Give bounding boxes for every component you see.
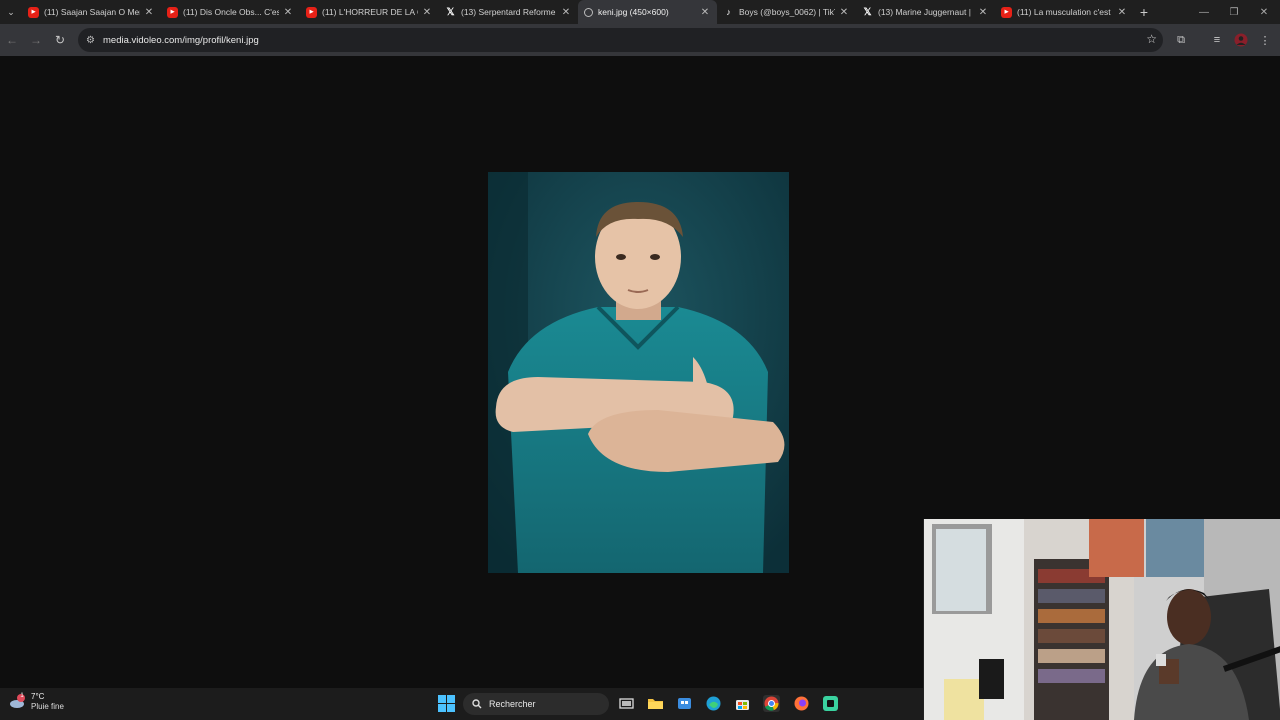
tab-close-icon[interactable]: ✕ (1116, 7, 1128, 18)
store-icon[interactable] (676, 695, 693, 712)
webcam-overlay (923, 519, 1280, 720)
youtube-icon: ▶ (1001, 6, 1012, 18)
rain-cloud-icon: 1 (8, 693, 26, 711)
browser-tab-active[interactable]: keni.jpg (450×600) ✕ (578, 0, 717, 24)
temperature-text: 7°C (31, 692, 45, 701)
tab-title: Boys (@boys_0062) | TikT (739, 7, 835, 17)
browser-menu-icon[interactable]: ⋮ (1253, 28, 1277, 52)
file-explorer-icon[interactable] (647, 695, 664, 712)
weather-widget[interactable]: 1 7°C Pluie fine (8, 692, 64, 712)
weather-badge: 1 (20, 693, 24, 699)
browser-tab[interactable]: 𝕏 (13) Marine Juggernaut | ✕ (856, 0, 995, 24)
chrome-icon[interactable] (763, 695, 780, 712)
tab-strip: ⌄ ▶ (11) Saajan Saajan O Men ✕ ▶ (11) Di… (0, 0, 1280, 24)
browser-tab[interactable]: ▶ (11) Dis Oncle Obs... C'est ✕ (161, 0, 300, 24)
profile-photo[interactable] (488, 172, 789, 573)
search-icon (472, 699, 482, 709)
tab-close-icon[interactable]: ✕ (838, 7, 850, 18)
back-button[interactable]: ← (0, 28, 24, 52)
extensions-icon[interactable]: ⧉ (1169, 28, 1193, 52)
search-placeholder: Rechercher (489, 699, 536, 709)
firefox-icon[interactable] (793, 695, 810, 712)
restore-button[interactable]: ❐ (1218, 0, 1250, 24)
tab-title: (11) La musculation c'est (1017, 7, 1111, 17)
bookmark-star-icon[interactable]: ☆ (1146, 32, 1157, 46)
browser-tab[interactable]: 𝕏 (13) Serpentard Reforme ✕ (439, 0, 578, 24)
microsoft-store-icon[interactable] (734, 695, 751, 712)
tab-title: (11) Saajan Saajan O Men (44, 7, 140, 17)
youtube-icon: ▶ (167, 6, 178, 18)
tab-close-icon[interactable]: ✕ (699, 7, 711, 18)
windows-start-icon[interactable] (438, 695, 455, 712)
close-window-button[interactable]: ✕ (1248, 0, 1280, 24)
taskbar-search-box[interactable]: Rechercher (463, 693, 609, 715)
tab-close-icon[interactable]: ✕ (560, 7, 572, 18)
tab-close-icon[interactable]: ✕ (282, 7, 294, 18)
tab-close-icon[interactable]: ✕ (421, 7, 433, 18)
tab-title: (11) L'HORREUR DE LA C (322, 7, 418, 17)
address-bar[interactable]: ⚙ media.vidoleo.com/img/profil/keni.jpg … (78, 28, 1163, 52)
tab-title: (11) Dis Oncle Obs... C'est (183, 7, 279, 17)
globe-icon (584, 7, 593, 17)
tab-title: keni.jpg (450×600) (598, 7, 669, 17)
browser-tab[interactable]: ▶ (11) La musculation c'est ✕ (995, 0, 1134, 24)
browser-tab[interactable]: ♪ Boys (@boys_0062) | TikT ✕ (717, 0, 856, 24)
tab-close-icon[interactable]: ✕ (143, 7, 155, 18)
forward-button[interactable]: → (24, 28, 48, 52)
x-icon: 𝕏 (446, 6, 455, 18)
tab-title: (13) Serpentard Reforme (461, 7, 556, 17)
task-view-icon[interactable] (618, 695, 635, 712)
browser-tab[interactable]: ▶ (11) L'HORREUR DE LA C ✕ (300, 0, 439, 24)
site-info-icon[interactable]: ⚙ (86, 35, 100, 46)
tab-close-icon[interactable]: ✕ (977, 7, 989, 18)
app-green-icon[interactable] (822, 695, 839, 712)
url-text[interactable]: media.vidoleo.com/img/profil/keni.jpg (103, 35, 259, 46)
minimize-button[interactable]: — (1188, 0, 1220, 24)
windows-taskbar (0, 688, 923, 720)
media-controls-icon[interactable]: ≡ (1205, 28, 1229, 52)
tiktok-icon: ♪ (726, 7, 731, 17)
tab-search-button[interactable]: ⌄ (0, 0, 22, 24)
profile-avatar[interactable] (1229, 28, 1253, 52)
youtube-icon: ▶ (28, 6, 39, 18)
new-tab-button[interactable]: + (1134, 4, 1154, 20)
x-icon: 𝕏 (863, 6, 872, 18)
browser-tab[interactable]: ▶ (11) Saajan Saajan O Men ✕ (22, 0, 161, 24)
reload-button[interactable]: ↻ (48, 28, 72, 52)
youtube-icon: ▶ (306, 6, 317, 18)
tab-title: (13) Marine Juggernaut | (878, 7, 971, 17)
edge-icon[interactable] (705, 695, 722, 712)
weather-condition-text: Pluie fine (31, 702, 64, 711)
